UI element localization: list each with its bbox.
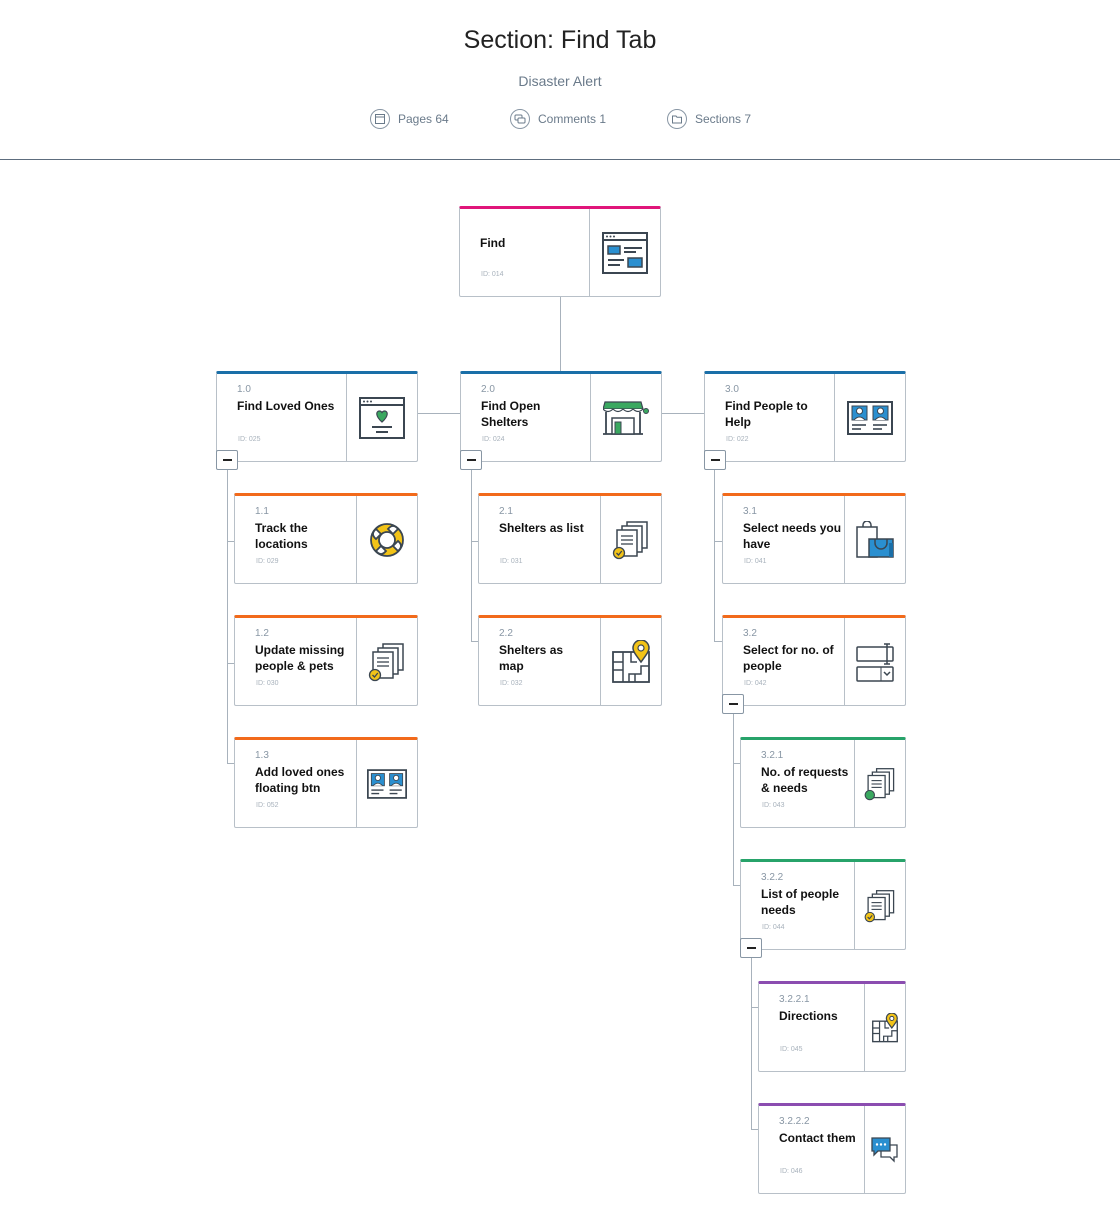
- browser-layout-icon: [589, 209, 660, 296]
- collapse-toggle-2-0[interactable]: [460, 450, 482, 470]
- node-number: 2.1: [499, 506, 513, 517]
- node-label: Add loved ones floating btn: [255, 765, 345, 795]
- node-update-missing-people[interactable]: 1.2 Update missing people & pets details…: [234, 615, 418, 706]
- node-number: 3.2.2: [761, 872, 784, 883]
- node-directions[interactable]: 3.2.2.1 Directions ID: 045: [758, 981, 906, 1072]
- node-id: ID: 022: [726, 436, 749, 443]
- node-no-of-requests[interactable]: 3.2.1 No. of requests & needs ID: 043: [740, 737, 906, 828]
- map-pin-icon: [864, 984, 905, 1071]
- node-label: Shelters as list: [499, 521, 584, 535]
- node-number: 3.2: [743, 628, 757, 639]
- node-number: 1.3: [255, 750, 269, 761]
- shopping-bags-icon: [844, 496, 905, 583]
- collapse-toggle-3-0[interactable]: [704, 450, 726, 470]
- node-id: ID: 044: [762, 924, 785, 931]
- node-number: 3.1: [743, 506, 757, 517]
- node-id: ID: 031: [500, 558, 523, 565]
- node-id: ID: 029: [256, 558, 279, 565]
- node-find-loved-ones[interactable]: 1.0 Find Loved Ones ID: 025: [216, 371, 418, 462]
- node-label: Update missing people & pets details: [255, 643, 345, 673]
- node-label: Find Open Shelters: [481, 399, 541, 429]
- node-label: Select needs you have: [743, 521, 842, 551]
- node-id: ID: 014: [481, 271, 504, 278]
- documents-check-icon: [600, 496, 661, 583]
- node-find-people-to-help[interactable]: 3.0 Find People to Help ID: 022: [704, 371, 906, 462]
- node-id: ID: 042: [744, 680, 767, 687]
- node-number: 1.2: [255, 628, 269, 639]
- node-label: List of people needs: [761, 887, 839, 917]
- node-contact-them[interactable]: 3.2.2.2 Contact them ID: 046: [758, 1103, 906, 1194]
- node-number: 3.2.2.2: [779, 1116, 810, 1127]
- node-shelters-as-list[interactable]: 2.1 Shelters as list ID: 031: [478, 493, 662, 584]
- node-label: Track the locations: [255, 521, 308, 551]
- node-id: ID: 025: [238, 436, 261, 443]
- collapse-toggle-3-2[interactable]: [722, 694, 744, 714]
- node-id: ID: 045: [780, 1046, 803, 1053]
- node-number: 1.0: [237, 384, 251, 395]
- node-number: 2.0: [481, 384, 495, 395]
- node-list-of-people-needs[interactable]: 3.2.2 List of people needs ID: 044: [740, 859, 906, 950]
- lifebuoy-icon: [356, 496, 417, 583]
- chat-bubbles-icon: [864, 1106, 905, 1193]
- browser-heart-icon: [346, 374, 417, 461]
- node-select-no-of-people[interactable]: 3.2 Select for no. of people ID: 042: [722, 615, 906, 706]
- node-number: 2.2: [499, 628, 513, 639]
- node-label: Contact them: [779, 1131, 856, 1145]
- node-number: 3.2.1: [761, 750, 784, 761]
- node-id: ID: 046: [780, 1168, 803, 1175]
- map-pin-icon: [600, 618, 661, 705]
- node-label: Find: [480, 236, 506, 250]
- storefront-icon: [590, 374, 661, 461]
- collapse-toggle-1-0[interactable]: [216, 450, 238, 470]
- documents-green-icon: [854, 740, 905, 827]
- node-select-needs[interactable]: 3.1 Select needs you have ID: 041: [722, 493, 906, 584]
- node-number: 1.1: [255, 506, 269, 517]
- node-label: Find People to Help: [725, 399, 808, 429]
- node-find-open-shelters[interactable]: 2.0 Find Open Shelters ID: 024: [460, 371, 662, 462]
- node-add-loved-ones-btn[interactable]: 1.3 Add loved ones floating btn ID: 052: [234, 737, 418, 828]
- node-track-locations[interactable]: 1.1 Track the locations ID: 029: [234, 493, 418, 584]
- node-id: ID: 041: [744, 558, 767, 565]
- documents-check-icon: [854, 862, 905, 949]
- node-label: Select for no. of people: [743, 643, 834, 673]
- node-id: ID: 024: [482, 436, 505, 443]
- collapse-toggle-3-2-2[interactable]: [740, 938, 762, 958]
- node-id: ID: 043: [762, 802, 785, 809]
- node-label: No. of requests & needs: [761, 765, 849, 795]
- node-label: Find Loved Ones: [237, 399, 335, 413]
- documents-check-icon: [356, 618, 417, 705]
- node-id: ID: 030: [256, 680, 279, 687]
- node-shelters-as-map[interactable]: 2.2 Shelters as map ID: 032: [478, 615, 662, 706]
- node-number: 3.2.2.1: [779, 994, 810, 1005]
- node-label: Shelters as map: [499, 643, 564, 673]
- node-number: 3.0: [725, 384, 739, 395]
- profile-cards-icon: [356, 740, 417, 827]
- tree-connectors: [227, 297, 759, 1130]
- node-find[interactable]: Find ID: 014: [459, 206, 661, 297]
- input-select-icon: [844, 618, 905, 705]
- node-id: ID: 052: [256, 802, 279, 809]
- profile-cards-icon: [834, 374, 905, 461]
- node-id: ID: 032: [500, 680, 523, 687]
- node-label: Directions: [779, 1009, 838, 1023]
